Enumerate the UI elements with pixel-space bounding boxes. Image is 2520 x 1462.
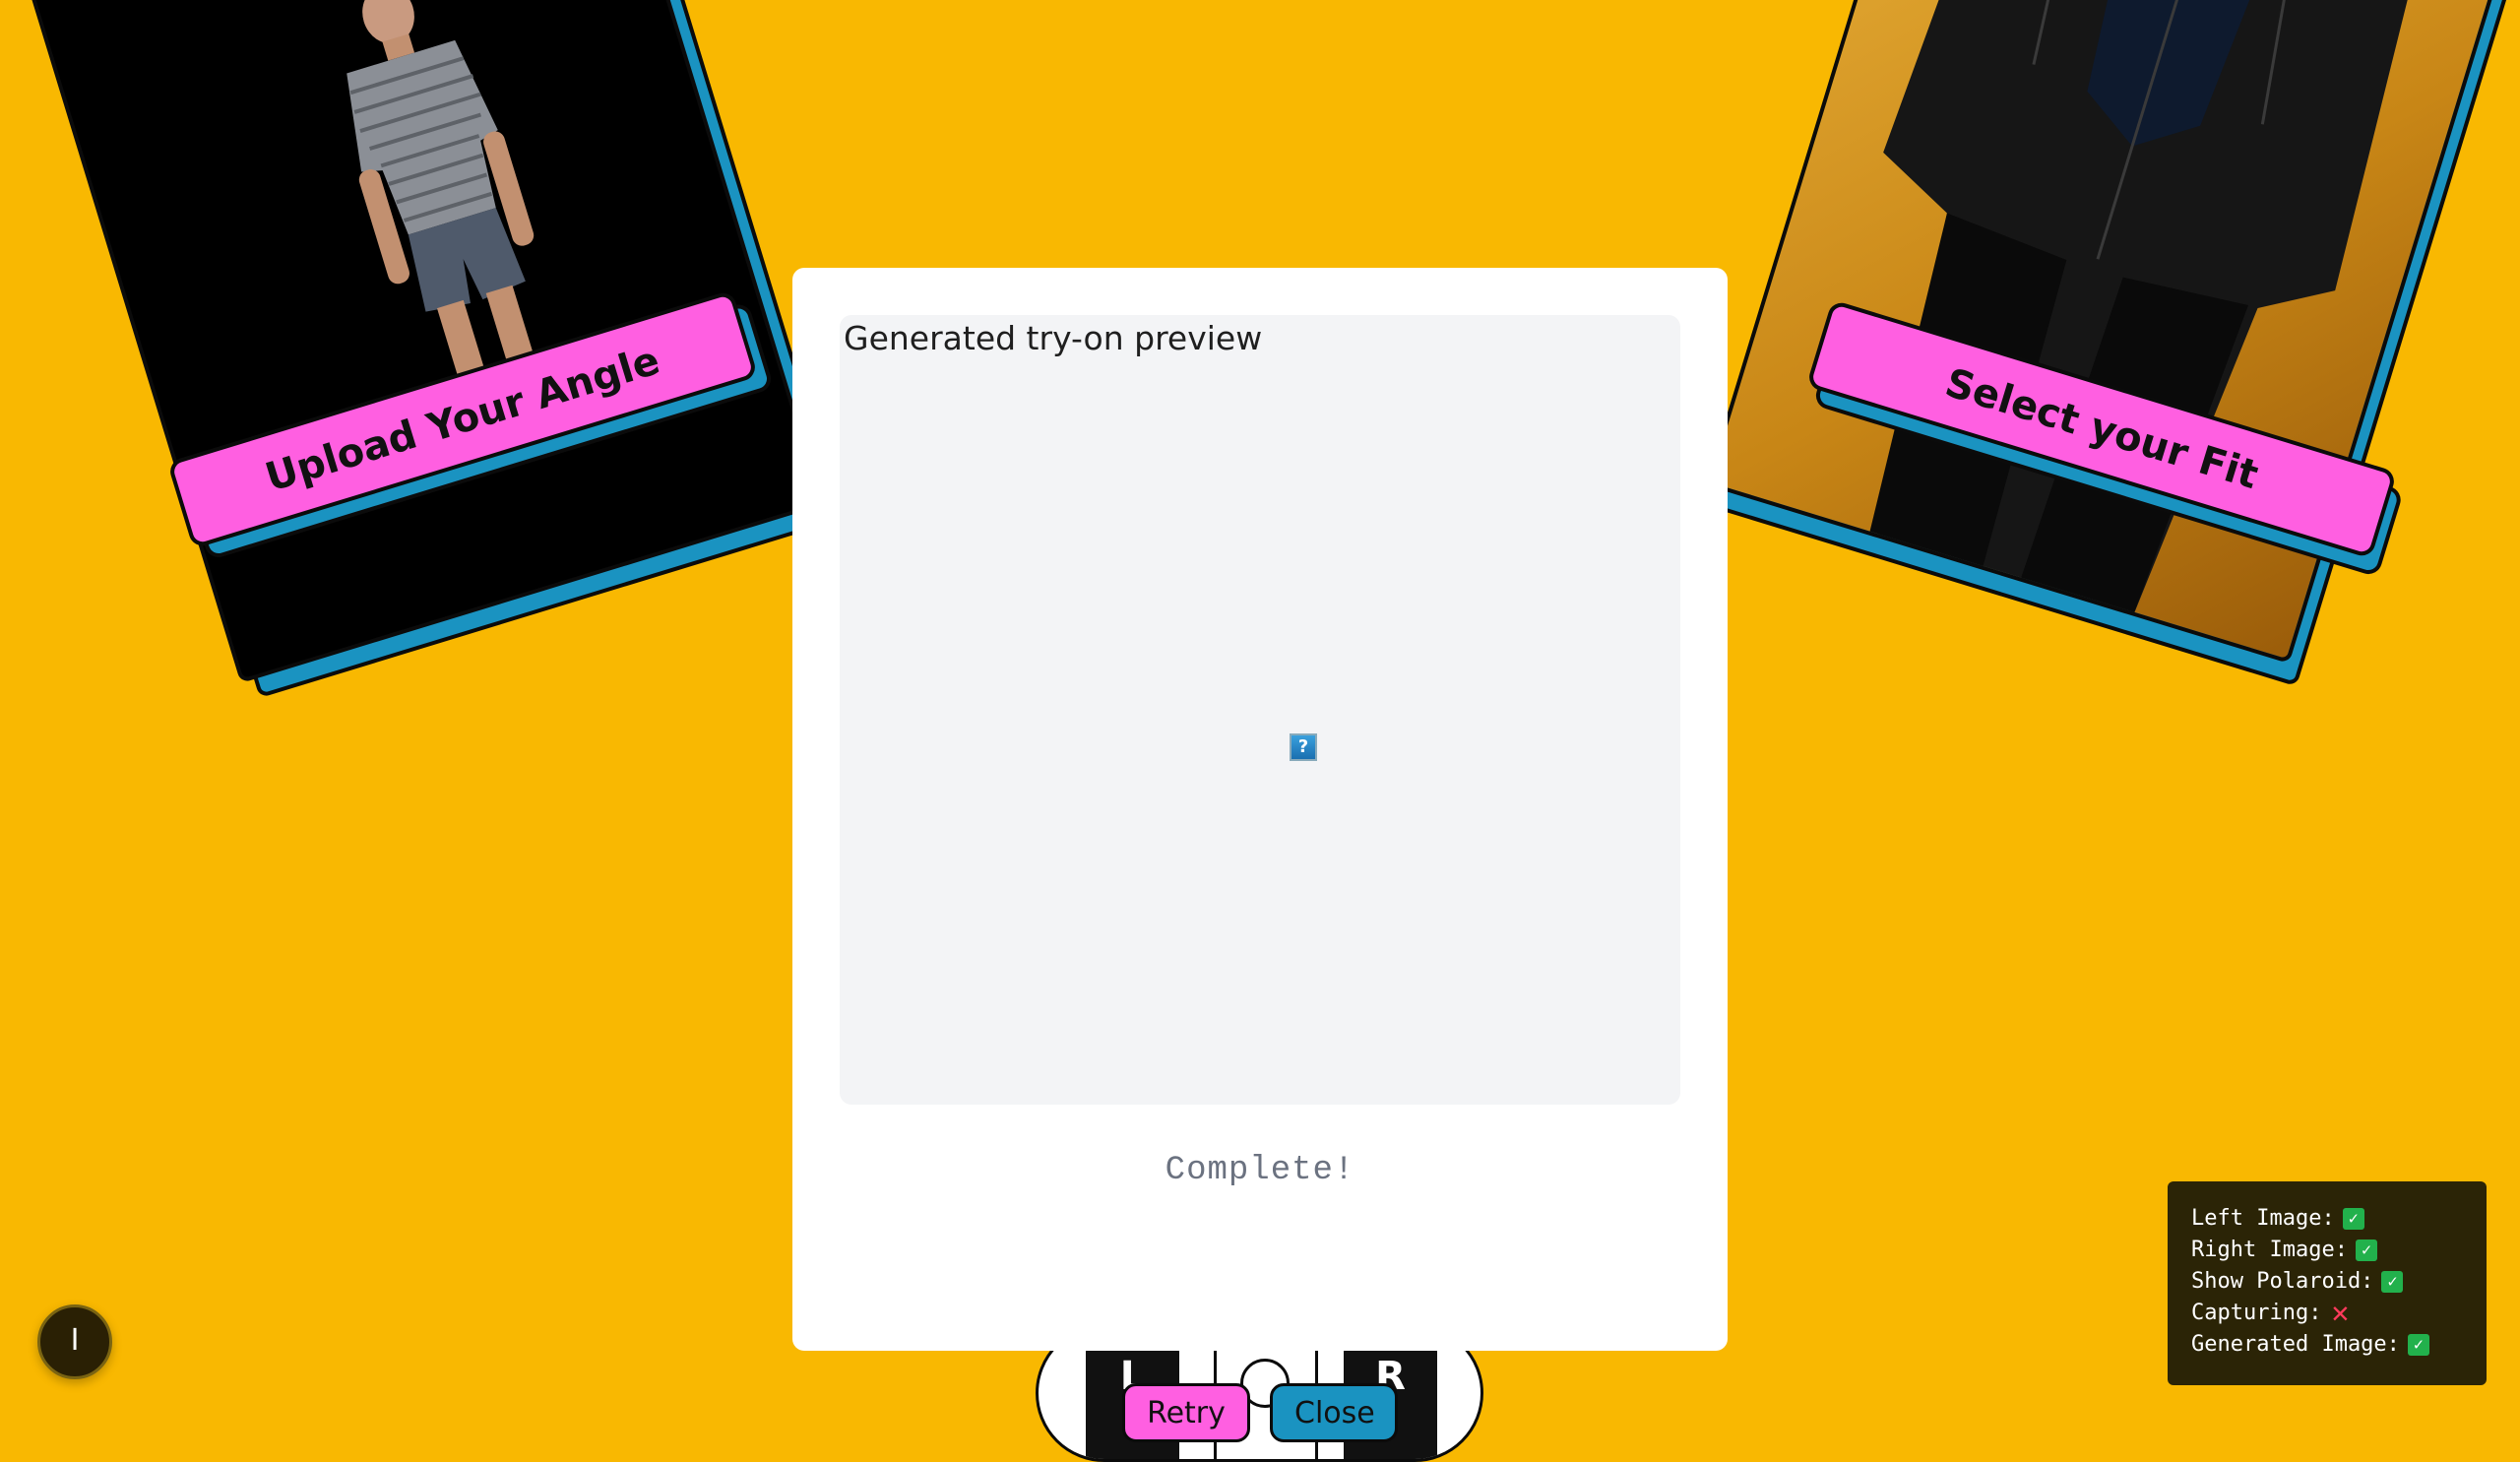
check-icon: ✓: [2381, 1271, 2404, 1293]
debug-row-left-image: Left Image: ✓: [2191, 1203, 2463, 1235]
floating-action-button[interactable]: I: [37, 1304, 112, 1379]
debug-row-show-polaroid: Show Polaroid: ✓: [2191, 1266, 2463, 1298]
check-icon: ✓: [2407, 1334, 2429, 1356]
debug-label: Show Polaroid:: [2191, 1269, 2374, 1294]
check-icon: ✓: [2342, 1208, 2364, 1230]
debug-label: Right Image:: [2191, 1238, 2348, 1262]
debug-label: Left Image:: [2191, 1206, 2335, 1231]
cross-icon: ✕: [2331, 1296, 2350, 1330]
debug-row-right-image: Right Image: ✓: [2191, 1235, 2463, 1266]
debug-panel: Left Image: ✓ Right Image: ✓ Show Polaroid…: [2168, 1181, 2487, 1385]
preview-modal: Generated try-on preview ? Complete!: [792, 268, 1728, 1351]
debug-label: Capturing:: [2191, 1301, 2322, 1325]
debug-row-generated-image: Generated Image: ✓: [2191, 1329, 2463, 1361]
close-button[interactable]: Close: [1270, 1383, 1398, 1442]
debug-label: Generated Image:: [2191, 1332, 2400, 1357]
broken-image-icon: ?: [1290, 733, 1317, 761]
preview-caption: Generated try-on preview: [844, 319, 1263, 357]
debug-row-capturing: Capturing: ✕: [2191, 1298, 2463, 1329]
status-text: Complete!: [1165, 1152, 1355, 1189]
check-icon: ✓: [2355, 1240, 2377, 1261]
retry-button[interactable]: Retry: [1122, 1383, 1250, 1442]
generated-preview-area: Generated try-on preview ?: [840, 315, 1680, 1105]
